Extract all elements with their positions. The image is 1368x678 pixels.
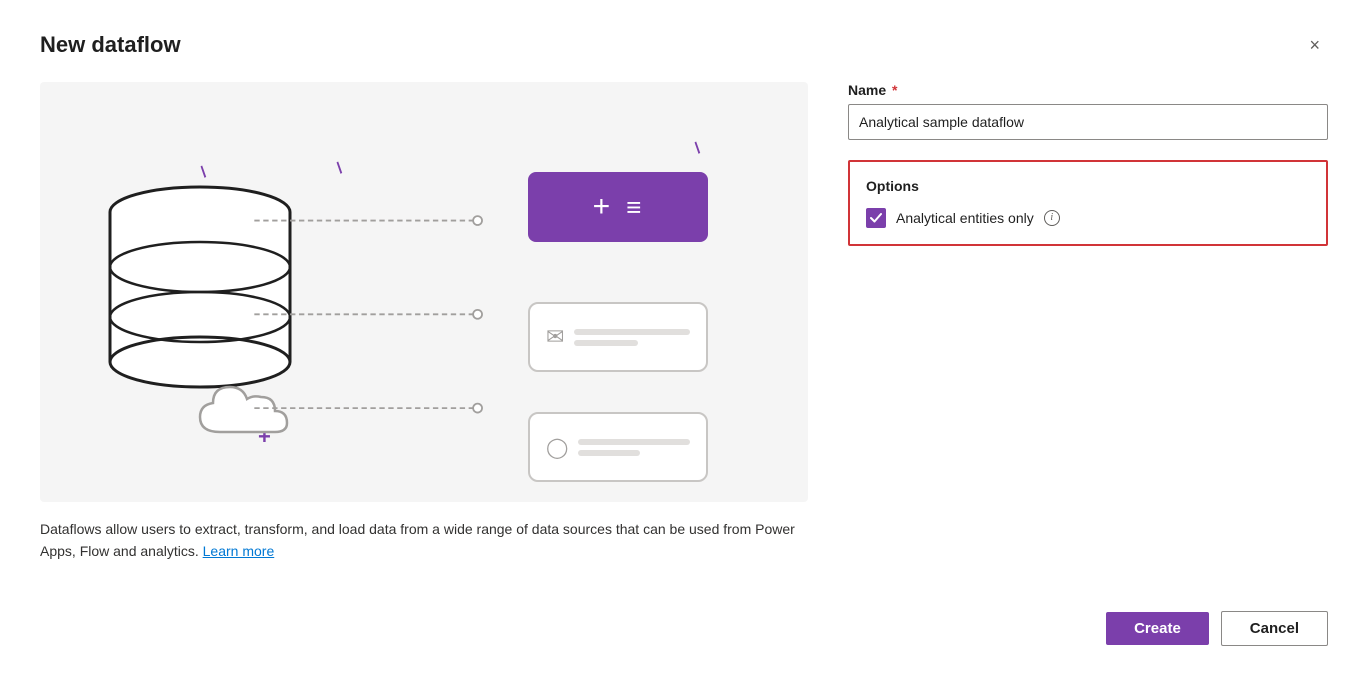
left-panel: / + + / + / [40, 82, 808, 563]
equals-icon: ≡ [626, 192, 643, 223]
name-label: Name * [848, 82, 1328, 98]
card-lines [574, 329, 690, 346]
person-icon: ◯ [546, 435, 568, 460]
dialog-header: New dataflow × [40, 32, 1328, 58]
name-label-text: Name [848, 82, 886, 98]
analytical-entities-row: Analytical entities only i [866, 208, 1310, 228]
name-field-group: Name * [848, 82, 1328, 140]
right-panel: Name * Options Analytical entities only … [848, 82, 1328, 563]
add-entity-card: + ≡ [528, 172, 708, 242]
dialog-footer: Create Cancel [40, 595, 1328, 646]
analytical-entities-label: Analytical entities only [896, 210, 1034, 226]
checkmark-icon [870, 212, 882, 224]
required-indicator: * [888, 82, 897, 98]
envelope-icon: ✉ [546, 324, 564, 350]
card-line-4 [578, 450, 639, 456]
dialog-title: New dataflow [40, 32, 181, 58]
description-body: Dataflows allow users to extract, transf… [40, 521, 795, 559]
illustration: / + + / + / [40, 82, 808, 502]
options-title: Options [866, 178, 1310, 194]
card-lines-2 [578, 439, 690, 456]
analytical-entities-checkbox[interactable] [866, 208, 886, 228]
close-button[interactable]: × [1301, 32, 1328, 58]
plus-icon: + [593, 190, 611, 224]
cancel-button[interactable]: Cancel [1221, 611, 1328, 646]
options-box: Options Analytical entities only i [848, 160, 1328, 246]
card-line-3 [578, 439, 690, 445]
dialog-body: / + + / + / [40, 82, 1328, 563]
name-input[interactable] [848, 104, 1328, 140]
info-icon[interactable]: i [1044, 210, 1060, 226]
card-line-1 [574, 329, 690, 335]
cloud-icon [195, 377, 315, 447]
illustration-container: / + + / + / [40, 82, 808, 502]
new-dataflow-dialog: New dataflow × / + + / + / [0, 0, 1368, 678]
card-line-2 [574, 340, 638, 346]
accent-6: / [691, 140, 704, 158]
description-text: Dataflows allow users to extract, transf… [40, 518, 808, 563]
create-button[interactable]: Create [1106, 612, 1209, 645]
accent-4: / [334, 160, 347, 178]
learn-more-link[interactable]: Learn more [203, 543, 275, 559]
email-entity-card: ✉ [528, 302, 708, 372]
person-entity-card: ◯ [528, 412, 708, 482]
